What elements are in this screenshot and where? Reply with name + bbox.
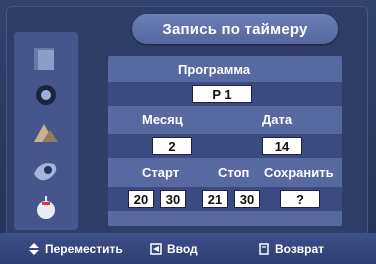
hint-back-label: Возврат (275, 242, 325, 256)
save-label: Сохранить (264, 165, 334, 180)
hint-enter-label: Ввод (167, 242, 198, 256)
save-value[interactable]: ? (280, 190, 320, 208)
input-icon[interactable] (30, 194, 62, 224)
setup-icon[interactable] (30, 156, 62, 186)
hint-move: Переместить (28, 242, 123, 256)
up-down-arrow-icon (29, 243, 39, 255)
hint-back: Возврат (258, 242, 324, 256)
month-value[interactable]: 2 (152, 137, 192, 155)
menu-sidebar (14, 32, 78, 230)
month-label: Месяц (142, 112, 183, 127)
month-date-band (108, 134, 342, 158)
program-value[interactable]: P 1 (192, 85, 252, 103)
picture-icon[interactable] (30, 44, 62, 74)
program-label: Программа (178, 62, 251, 77)
start-label: Старт (142, 165, 180, 180)
sound-icon[interactable] (30, 80, 62, 110)
timer-panel: Программа P 1 Месяц Дата 2 14 Старт Стоп… (108, 56, 342, 226)
start-minute-value[interactable]: 30 (160, 190, 186, 208)
channel-icon[interactable] (30, 118, 62, 148)
date-value[interactable]: 14 (262, 137, 302, 155)
start-hour-value[interactable]: 20 (128, 190, 154, 208)
stop-label: Стоп (218, 165, 250, 180)
stop-hour-value[interactable]: 21 (202, 190, 228, 208)
title-bar: Запись по таймеру (132, 14, 338, 44)
hint-enter: Ввод (150, 242, 198, 256)
date-label: Дата (262, 112, 293, 127)
page-title: Запись по таймеру (162, 20, 308, 38)
tv-screen: Запись по таймеру Программа P 1 Месяц Да… (0, 0, 376, 264)
enter-icon (150, 243, 162, 255)
stop-minute-value[interactable]: 30 (234, 190, 260, 208)
hint-move-label: Переместить (45, 242, 123, 256)
return-icon (259, 243, 269, 255)
